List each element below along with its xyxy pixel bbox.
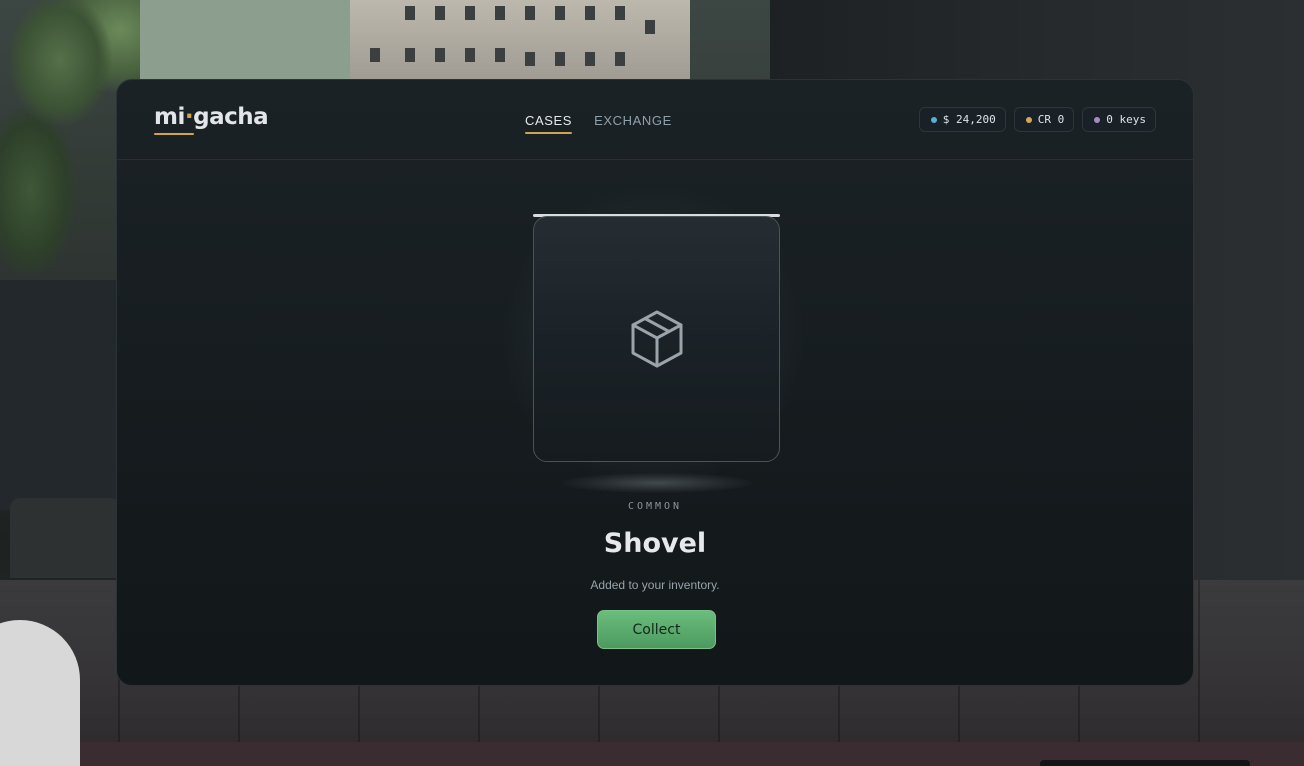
distant-building — [350, 0, 690, 82]
tab-exchange[interactable]: EXCHANGE — [594, 113, 672, 134]
keys-balance: 0 keys — [1082, 107, 1156, 132]
modal-header: mi·gacha CASES EXCHANGE $ 24,200 CR 0 0 … — [117, 80, 1193, 160]
app-logo: mi·gacha — [154, 104, 269, 130]
tab-cases[interactable]: CASES — [525, 113, 573, 134]
cash-balance: $ 24,200 — [918, 107, 1006, 132]
keys-dot-icon — [1094, 116, 1101, 123]
wall — [0, 280, 120, 510]
credits-balance: CR 0 — [1013, 107, 1075, 132]
bench — [10, 498, 120, 578]
item-name: Shovel — [603, 528, 707, 559]
credits-balance-value: CR 0 — [1037, 113, 1065, 126]
box-icon — [631, 310, 682, 368]
credits-dot-icon — [1025, 116, 1032, 123]
item-card — [533, 216, 780, 462]
keys-balance-value: 0 keys — [1106, 113, 1146, 126]
inventory-message: Added to your inventory. — [590, 578, 720, 592]
hud-bar — [1040, 760, 1250, 766]
sky — [140, 0, 350, 82]
gacha-modal: mi·gacha CASES EXCHANGE $ 24,200 CR 0 0 … — [116, 79, 1194, 686]
logo-underline — [154, 133, 194, 135]
card-shadow — [562, 473, 752, 493]
collect-button[interactable]: Collect — [597, 610, 716, 649]
rarity-label: COMMON — [627, 501, 683, 512]
cash-balance-value: $ 24,200 — [942, 113, 996, 126]
nav-tabs: CASES EXCHANGE — [525, 113, 672, 134]
wallet-balances: $ 24,200 CR 0 0 keys — [918, 107, 1156, 132]
cash-dot-icon — [930, 116, 937, 123]
